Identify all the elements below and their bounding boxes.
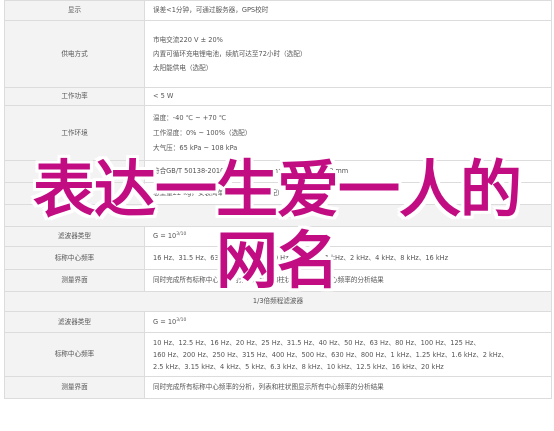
table-row: 供电方式 市电交流220 V ± 20% 内置可循环充电锂电池，续航可达至72小… [4,20,552,88]
table-row: 工作功率 < 5 W [4,87,552,106]
row-label-power: 工作功率 [4,87,145,106]
row-label-power-mode: 供电方式 [4,20,145,88]
environment-line: 工作湿度：0% ~ 100%（选配） [153,128,252,137]
row-label-measure-ui: 测量界面 [4,376,145,399]
power-mode-line: 内置可循环充电锂电池，续航可达至72小时（选配） [153,50,307,58]
power-mode-line: 市电交流220 V ± 20% [153,36,223,44]
row-value-measure-ui: 同时完成所有标称中心频率的分析，列表和柱状图显示所有中心频率的分析结果 [144,376,552,399]
center-frequency-line: 2.5 kHz、3.15 kHz、4 kHz、5 kHz、6.3 kHz、8 k… [153,362,444,371]
overlay-subheadline: 网名 [215,224,339,297]
filter-type-value: G = 10 [153,317,177,326]
row-label-display: 显示 [4,0,145,21]
center-frequency-line: 160 Hz、200 Hz、250 Hz、315 Hz、400 Hz、500 H… [153,350,508,359]
center-frequency-line: 10 Hz、12.5 Hz、16 Hz、20 Hz、25 Hz、31.5 Hz、… [153,338,480,347]
environment-line: 温度：-40 ℃ ~ +70 ℃ [153,113,227,122]
row-value-power-mode: 市电交流220 V ± 20% 内置可循环充电锂电池，续航可达至72小时（选配）… [144,20,552,88]
power-mode-line: 太阳能供电（选配） [153,64,213,72]
row-label-filter-type: 滤波器类型 [4,311,145,333]
display-line: 误差<1分钟，可通过服务器，GPS校时 [153,6,269,15]
row-value-center-frequency: 10 Hz、12.5 Hz、16 Hz、20 Hz、25 Hz、31.5 Hz、… [144,332,552,377]
row-value-power: < 5 W [144,87,552,106]
table-row: 滤波器类型 G = 103/10 [4,311,552,333]
overlay-headline: 表达一生爱一人的 [32,153,522,226]
table-row: 测量界面 同时完成所有标称中心频率的分析，列表和柱状图显示所有中心频率的分析结果 [4,376,552,399]
row-value-filter-type: G = 103/10 [144,311,552,333]
table-row: 显示 误差<1分钟，可通过服务器，GPS校时 [4,0,552,21]
row-label-center-frequency: 标称中心频率 [4,332,145,377]
filter-type-exponent: 3/10 [176,317,187,323]
row-value-display: 误差<1分钟，可通过服务器，GPS校时 [144,0,552,21]
table-row: 标称中心频率 10 Hz、12.5 Hz、16 Hz、20 Hz、25 Hz、3… [4,332,552,377]
